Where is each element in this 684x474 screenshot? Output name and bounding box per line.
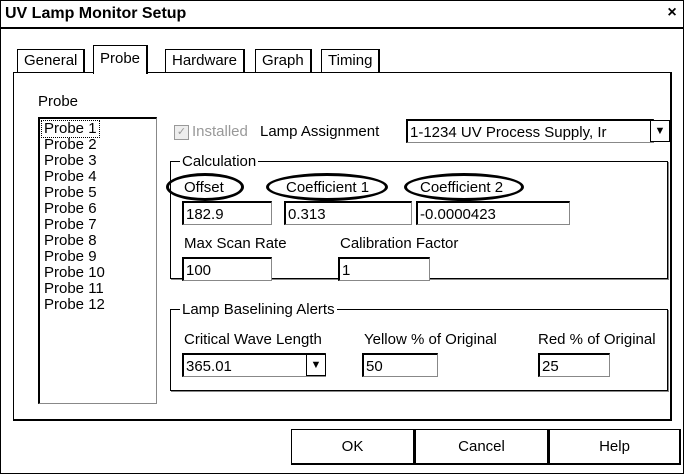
critical-wave-length-label: Critical Wave Length xyxy=(184,331,322,348)
window-title: UV Lamp Monitor Setup xyxy=(5,5,187,22)
lamp-baselining-alerts-legend: Lamp Baselining Alerts xyxy=(180,301,337,318)
list-item[interactable]: Probe 2 xyxy=(42,137,99,153)
red-percent-field[interactable]: 25 xyxy=(538,353,610,377)
highlight-ellipse xyxy=(266,173,388,201)
calibration-factor-field[interactable]: 1 xyxy=(338,257,430,281)
help-button[interactable]: Help xyxy=(549,429,681,465)
highlight-ellipse xyxy=(404,173,524,201)
tab-probe[interactable]: Probe xyxy=(93,45,149,74)
chevron-down-icon[interactable]: ▼ xyxy=(306,354,326,376)
dialog-window: UV Lamp Monitor Setup × General Probe Ha… xyxy=(0,0,684,474)
max-scan-rate-label: Max Scan Rate xyxy=(184,235,287,252)
cancel-button[interactable]: Cancel xyxy=(415,429,549,465)
calibration-factor-label: Calibration Factor xyxy=(340,235,459,252)
lamp-baselining-alerts-group xyxy=(170,309,668,391)
list-item[interactable]: Probe 10 xyxy=(42,265,107,281)
lamp-assignment-label: Lamp Assignment xyxy=(260,123,380,140)
coefficient-2-field[interactable]: -0.0000423 xyxy=(416,201,570,225)
ok-button[interactable]: OK xyxy=(291,429,415,465)
list-item[interactable]: Probe 11 xyxy=(42,281,106,297)
yellow-percent-label: Yellow % of Original xyxy=(364,331,497,348)
list-item[interactable]: Probe 5 xyxy=(42,185,99,201)
tab-graph[interactable]: Graph xyxy=(255,49,312,72)
tab-general[interactable]: General xyxy=(17,49,86,72)
list-item[interactable]: Probe 12 xyxy=(42,297,107,313)
tab-panel-probe: Probe Probe 1 Probe 2 Probe 3 Probe 4 Pr… xyxy=(13,72,672,421)
list-item[interactable]: Probe 8 xyxy=(42,233,99,249)
probe-list-label: Probe xyxy=(38,93,79,110)
list-item[interactable]: Probe 1 xyxy=(41,120,100,138)
critical-wave-length-select[interactable]: 365.01 xyxy=(182,353,326,377)
red-percent-label: Red % of Original xyxy=(538,331,656,348)
list-item[interactable]: Probe 9 xyxy=(42,249,99,265)
list-item[interactable]: Probe 3 xyxy=(42,153,99,169)
tab-hardware[interactable]: Hardware xyxy=(165,49,246,72)
yellow-percent-field[interactable]: 50 xyxy=(362,353,438,377)
calculation-legend: Calculation xyxy=(180,153,259,170)
coefficient-1-field[interactable]: 0.313 xyxy=(284,201,412,225)
installed-label: Installed xyxy=(192,123,248,140)
list-item[interactable]: Probe 4 xyxy=(42,169,99,185)
chevron-down-icon[interactable]: ▼ xyxy=(650,120,670,142)
title-bar: UV Lamp Monitor Setup × xyxy=(1,1,683,29)
close-icon[interactable]: × xyxy=(663,4,681,22)
probe-listbox[interactable]: Probe 1 Probe 2 Probe 3 Probe 4 Probe 5 … xyxy=(38,117,157,404)
highlight-ellipse xyxy=(166,173,244,201)
list-item[interactable]: Probe 7 xyxy=(42,217,99,233)
installed-checkbox[interactable]: ✓ xyxy=(174,125,189,140)
tab-timing[interactable]: Timing xyxy=(321,49,381,72)
offset-field[interactable]: 182.9 xyxy=(182,201,272,225)
list-item[interactable]: Probe 6 xyxy=(42,201,99,217)
max-scan-rate-field[interactable]: 100 xyxy=(182,257,272,281)
lamp-assignment-select[interactable]: 1-1234 UV Process Supply, Ir xyxy=(406,119,654,143)
